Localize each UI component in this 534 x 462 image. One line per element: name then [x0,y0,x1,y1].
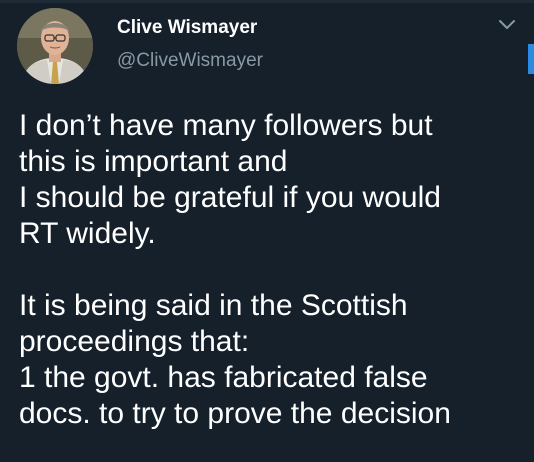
tweet-line: I don’t have many followers but [19,109,433,142]
author-display-name[interactable]: Clive Wismayer [117,17,257,39]
tweet-line: proceedings that: [19,325,250,358]
tweet-line: RT widely. [19,217,156,250]
tweet-line: this is important and [19,145,288,178]
author-handle[interactable]: @CliveWismayer [117,50,263,72]
chevron-down-icon[interactable] [497,17,517,33]
tweet-card[interactable]: Clive Wismayer @CliveWismayer I don’t ha… [0,0,534,462]
tweet-line: It is being said in the Scottish [19,289,408,322]
tweet-line: docs. to try to prove the decision [19,397,451,430]
tweet-text: I don’t have many followers but this is … [19,108,529,432]
tweet-line: I should be grateful if you would [19,181,441,214]
avatar[interactable] [17,8,93,84]
top-divider [0,0,534,3]
profile-photo-icon [17,8,93,84]
tweet-line: 1 the govt. has fabricated false [19,361,428,394]
scroll-indicator [528,44,534,74]
